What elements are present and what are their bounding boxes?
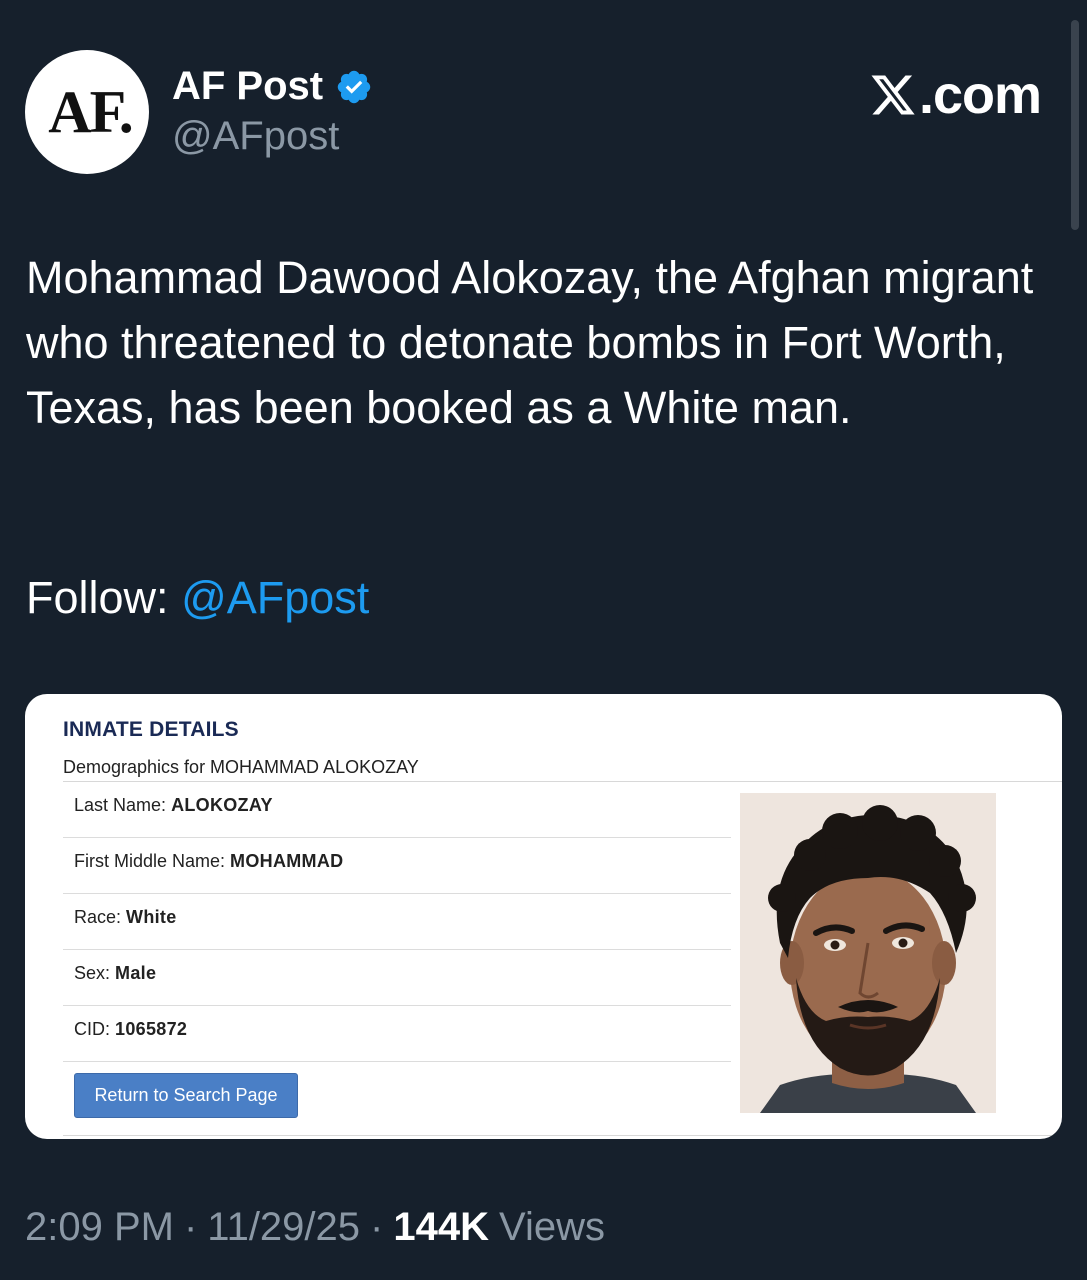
field-label: Last Name: xyxy=(74,795,167,815)
field-label: Race: xyxy=(74,907,122,927)
author-name-row: AF Post xyxy=(172,64,373,109)
views-label: Views xyxy=(498,1205,605,1249)
tweet-text: Mohammad Dawood Alokozay, the Afghan mig… xyxy=(26,252,1034,433)
views-count: 144K xyxy=(393,1205,489,1249)
field-cid: CID: 1065872 xyxy=(63,1006,731,1062)
media-image[interactable]: INMATE DETAILS Demographics for MOHAMMAD… xyxy=(25,694,1062,1139)
inmate-details-title: INMATE DETAILS xyxy=(63,718,239,741)
avatar-logo-text: AF. xyxy=(48,78,133,145)
field-value: ALOKOZAY xyxy=(171,795,273,815)
demographics-field-list: Last Name: ALOKOZAY First Middle Name: M… xyxy=(63,782,731,1062)
tweet-date[interactable]: 11/29/25 xyxy=(207,1205,360,1250)
tweet-screenshot: AF. AF Post @AFpost .com Mohammad Dawood… xyxy=(0,0,1087,1280)
follow-label: Follow: xyxy=(26,572,169,623)
scrollbar[interactable] xyxy=(1071,20,1079,230)
follow-line: Follow: @AFpost xyxy=(26,568,369,628)
field-last-name: Last Name: ALOKOZAY xyxy=(63,782,731,838)
field-sex: Sex: Male xyxy=(63,950,731,1006)
author-handle[interactable]: @AFpost xyxy=(172,114,339,159)
field-label: First Middle Name: xyxy=(74,851,226,871)
field-label: Sex: xyxy=(74,963,111,983)
demographics-subtitle: Demographics for MOHAMMAD ALOKOZAY xyxy=(63,757,419,777)
field-value: 1065872 xyxy=(115,1019,188,1039)
verified-badge-icon xyxy=(337,70,371,103)
field-first-middle-name: First Middle Name: MOHAMMAD xyxy=(63,838,731,894)
avatar[interactable]: AF. xyxy=(25,50,149,174)
meta-separator: · xyxy=(183,1205,198,1249)
field-label: CID: xyxy=(74,1019,110,1039)
display-name[interactable]: AF Post xyxy=(172,64,323,109)
booking-photo-illustration xyxy=(740,793,996,1113)
brand-watermark: .com xyxy=(869,64,1042,126)
field-value: MOHAMMAD xyxy=(230,851,344,871)
x-logo-icon xyxy=(871,75,915,115)
field-value: Male xyxy=(115,963,157,983)
field-race: Race: White xyxy=(63,894,731,950)
tweet-meta: 2:09 PM · 11/29/25 · 144K Views xyxy=(25,1205,605,1250)
divider xyxy=(63,1135,1062,1136)
field-value: White xyxy=(126,907,177,927)
booking-photo xyxy=(740,793,996,1113)
return-to-search-button[interactable]: Return to Search Page xyxy=(74,1073,298,1118)
tweet-time[interactable]: 2:09 PM xyxy=(25,1205,174,1250)
follow-mention-link[interactable]: @AFpost xyxy=(181,572,369,623)
brand-label: .com xyxy=(918,65,1042,125)
meta-separator: · xyxy=(370,1205,384,1249)
